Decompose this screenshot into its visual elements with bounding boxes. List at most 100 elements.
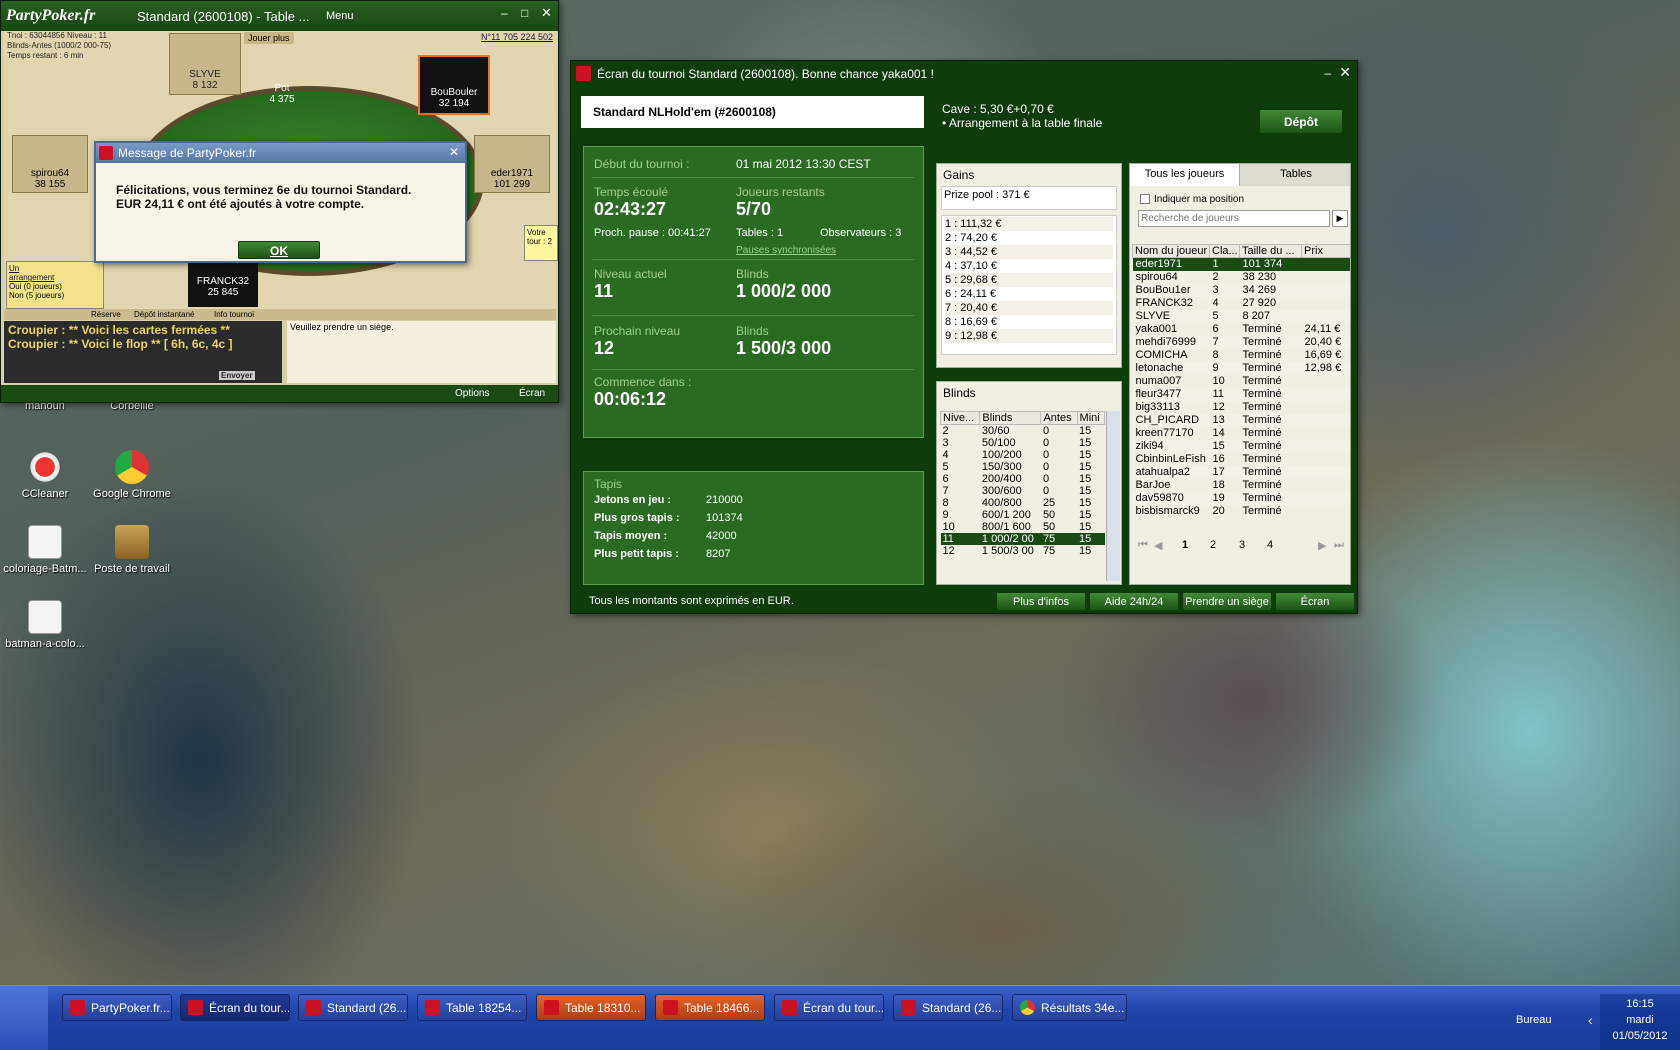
player-row[interactable]: atahualpa2 17 Terminé (1132, 466, 1350, 479)
tab-depot-instantane[interactable]: Dépôt instantané (134, 310, 195, 319)
envoyer-button[interactable]: Envoyer (219, 371, 255, 380)
player-row[interactable]: CH_PICARD 13 Terminé (1132, 414, 1350, 427)
taskbar-button[interactable]: PartyPoker.fr.... (62, 994, 172, 1021)
lobby-minimize-button[interactable]: – (1324, 66, 1331, 80)
tapis-row: Jetons en jeu :210000 (594, 494, 743, 506)
taskbar-button[interactable]: Standard (26... (298, 994, 408, 1021)
seat-slyve[interactable]: SLYVE 8 132 (169, 33, 241, 95)
players-remaining: 5/70 (736, 199, 772, 219)
prendre-siege-button[interactable]: Prendre un siège (1182, 592, 1272, 611)
taskbar-button[interactable]: Écran du tour... (774, 994, 884, 1021)
table-close-button[interactable]: ✕ (541, 5, 552, 21)
player-row[interactable]: fleur3477 11 Terminé (1132, 388, 1350, 401)
page-3[interactable]: 3 (1239, 539, 1245, 551)
blinds-cell: 0 (1042, 485, 1050, 497)
player-row[interactable]: mehdi76999 7 Terminé 20,40 € (1132, 336, 1350, 349)
table-maximize-button[interactable]: □ (521, 6, 528, 20)
player-row[interactable]: numa007 10 Terminé (1133, 375, 1351, 388)
tab-all-players[interactable]: Tous les joueurs (1130, 164, 1240, 186)
player-row[interactable]: yaka001 6 Terminé 24,11 € (1133, 323, 1351, 336)
desktop-icon-batman[interactable]: batman-a-colo... (0, 600, 90, 650)
page-1[interactable]: 1 (1182, 539, 1188, 551)
player-row[interactable]: BarJoe 18 Terminé (1133, 479, 1351, 492)
page-2[interactable]: 2 (1210, 539, 1216, 551)
players-column-header[interactable]: Nom du joueur (1132, 244, 1210, 258)
tab-reserve[interactable]: Réserve (91, 310, 121, 319)
page-last-button[interactable]: ⏭ (1334, 539, 1344, 552)
lobby-close-button[interactable]: ✕ (1339, 64, 1351, 81)
players-column-header[interactable]: Cla... (1209, 244, 1240, 258)
page-next-button[interactable]: ▶ (1318, 539, 1326, 552)
player-cell: 16,69 € (1304, 349, 1342, 361)
jouer-plus-button[interactable]: Jouer plus (244, 32, 294, 44)
blinds-column-header[interactable]: Blinds (979, 411, 1042, 425)
blinds-scrollbar[interactable] (1106, 411, 1120, 581)
taskbar-button[interactable]: Résultats 34e... (1012, 994, 1127, 1021)
tray-expand-icon[interactable]: ‹ (1588, 1012, 1593, 1028)
blinds-cell: 0 (1042, 449, 1050, 461)
bureau-toolbar[interactable]: Bureau (1516, 1014, 1551, 1026)
seat-bouboulder[interactable]: BouBouler 32 194 (418, 55, 490, 115)
blinds-column-header[interactable]: Nive... (939, 411, 981, 425)
player-row[interactable]: BouBou1er 3 34 269 (1132, 284, 1350, 297)
chrome-icon (115, 450, 149, 484)
blinds-cell: 15 (1079, 521, 1092, 533)
player-row[interactable]: FRANCK32 4 27 920 (1133, 297, 1351, 310)
page-4[interactable]: 4 (1267, 539, 1273, 551)
player-row[interactable]: CbinbinLeFish 16 Terminé (1133, 453, 1351, 466)
table-menu-button[interactable]: Menu (326, 10, 354, 22)
table-minimize-button[interactable]: – (501, 6, 508, 20)
player-row[interactable]: COMICHA 8 Terminé 16,69 € (1133, 349, 1351, 362)
players-column-header[interactable]: Prix (1301, 244, 1350, 258)
desktop-icon-poste-travail[interactable]: Poste de travail (87, 525, 177, 575)
player-row[interactable]: SLYVE 5 8 207 (1132, 310, 1350, 323)
dialog-close-button[interactable]: ✕ (449, 145, 459, 159)
desktop-icon-coloriage[interactable]: coloriage-Batm... (0, 525, 90, 575)
desktop-icon-ccleaner[interactable]: CCleaner (0, 450, 90, 500)
dialog-ok-button[interactable]: OK (238, 241, 320, 259)
blinds-column-header[interactable]: Mini (1076, 411, 1106, 425)
indiquer-position-checkbox[interactable]: Indiquer ma position (1140, 194, 1244, 205)
depot-button[interactable]: Dépôt (1259, 109, 1343, 134)
player-row[interactable]: bisbismarck9 20 Terminé (1133, 505, 1351, 518)
taskbar-button[interactable]: Écran du tour... (180, 994, 290, 1021)
player-cell: 2 (1212, 271, 1219, 283)
aide-button[interactable]: Aide 24h/24 (1089, 592, 1179, 611)
player-row[interactable]: eder1971 1 101 374 (1132, 257, 1350, 271)
players-column-header[interactable]: Taille du ... (1239, 244, 1302, 258)
system-clock[interactable]: 16:15 mardi 01/05/2012 (1600, 994, 1680, 1050)
ccleaner-icon (28, 450, 62, 484)
player-row[interactable]: kreen77170 14 Terminé (1133, 427, 1351, 440)
seat-spirou64[interactable]: spirou64 38 155 (12, 135, 88, 193)
taskbar-button[interactable]: Standard (26... (893, 994, 1003, 1021)
ecran-footer-button[interactable]: Écran (1275, 592, 1355, 611)
tab-tables[interactable]: Tables (1240, 164, 1350, 186)
arrangement-oui-radio[interactable]: Oui (0 joueurs) (9, 282, 101, 291)
taskbar-button[interactable]: Table 18254... (417, 994, 527, 1021)
plus-infos-button[interactable]: Plus d'infos (996, 592, 1086, 611)
page-first-button[interactable]: ⏮ (1138, 539, 1148, 552)
blinds-cell: 200/400 (981, 473, 1022, 485)
start-button[interactable] (0, 986, 48, 1050)
player-search-input[interactable] (1138, 210, 1330, 227)
dialog-title: Message de PartyPoker.fr (118, 146, 257, 160)
ecran-button[interactable]: Écran (519, 388, 545, 399)
taskbar-button[interactable]: Table 18310... (536, 994, 646, 1021)
player-row[interactable]: dav59870 19 Terminé (1132, 492, 1350, 505)
pauses-sync-link[interactable]: Pauses synchronisées (736, 245, 836, 256)
player-row[interactable]: spirou64 2 38 230 (1133, 271, 1351, 284)
options-button[interactable]: Options (455, 388, 489, 399)
page-prev-button[interactable]: ◀ (1154, 539, 1162, 552)
player-row[interactable]: big33113 12 Terminé (1133, 401, 1351, 414)
seat-franck32[interactable]: FRANCK32 25 845 (188, 261, 258, 307)
player-row[interactable]: ziki94 15 Terminé (1132, 440, 1350, 453)
desktop-icon-chrome[interactable]: Google Chrome (87, 450, 177, 500)
search-go-button[interactable]: ▶ (1332, 210, 1348, 227)
tab-info-tournoi[interactable]: Info tournoi (214, 310, 254, 319)
blinds-column-header[interactable]: Antes (1040, 411, 1078, 425)
player-row[interactable]: letonache 9 Terminé 12,98 € (1132, 362, 1350, 375)
taskbar-button[interactable]: Table 18466... (655, 994, 765, 1021)
arrangement-non-radio[interactable]: Non (5 joueurs) (9, 291, 101, 300)
players-panel: Tous les joueurs Tables Indiquer ma posi… (1129, 163, 1351, 585)
seat-eder1971[interactable]: eder1971 101 299 (474, 135, 550, 193)
